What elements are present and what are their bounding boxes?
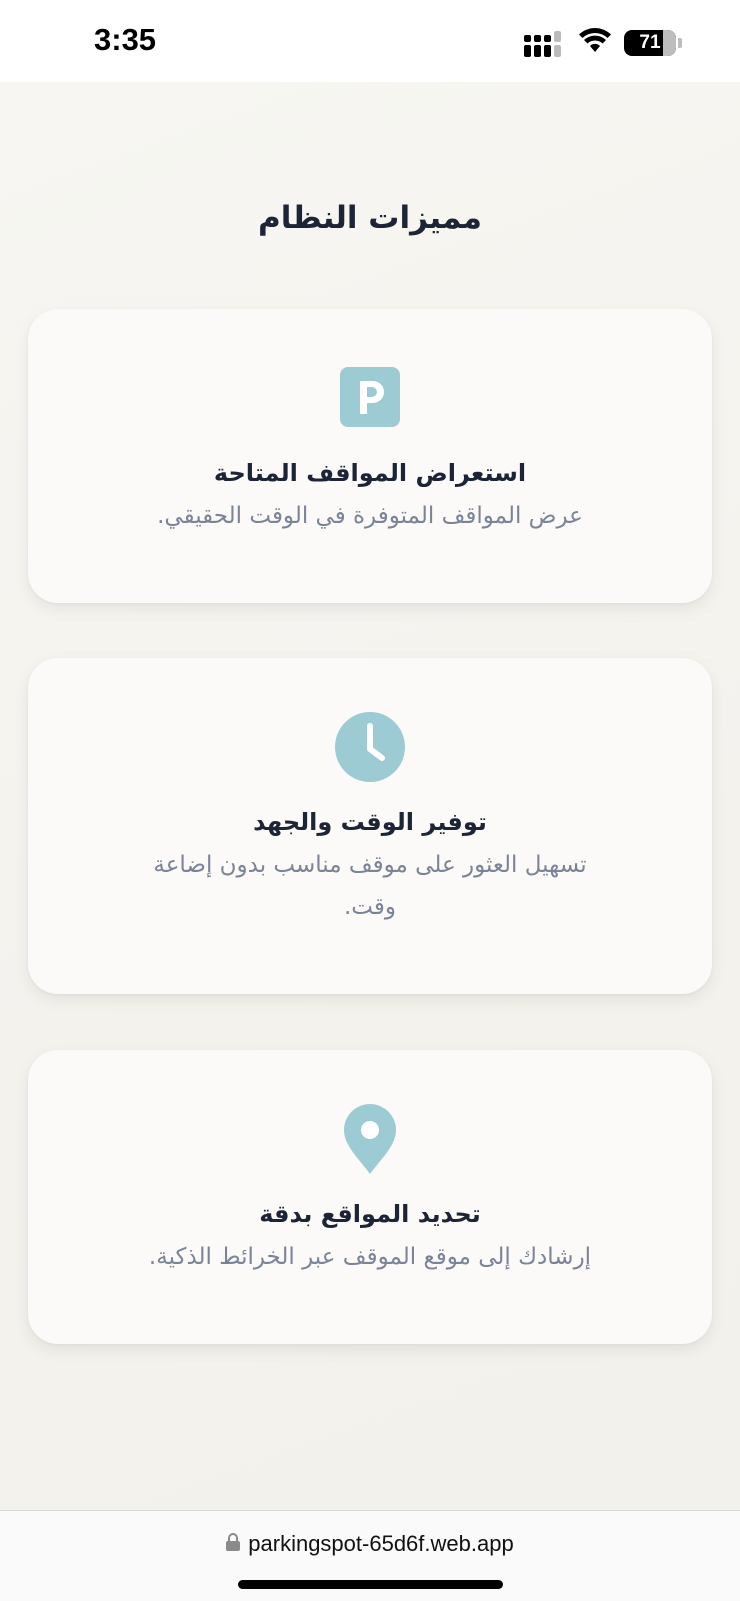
feature-card-available-spots: استعراض المواقف المتاحة عرض المواقف المت… <box>28 309 712 603</box>
page-title: مميزات النظام <box>258 200 482 236</box>
clock-icon <box>335 712 405 786</box>
home-indicator[interactable] <box>238 1580 503 1589</box>
battery-icon: 71 <box>624 30 682 56</box>
parking-icon <box>340 367 400 431</box>
map-pin-icon <box>344 1104 396 1178</box>
feature-description: تسهيل العثور على موقف مناسب بدون إضاعة و… <box>153 852 587 920</box>
status-time: 3:35 <box>94 22 157 57</box>
status-icons: 71 <box>524 28 682 58</box>
lock-icon <box>226 1533 241 1555</box>
main-content: مميزات النظام استعراض المواقف المتاحة عر… <box>0 82 740 1510</box>
feature-description: إرشادك إلى موقع الموقف عبر الخرائط الذكي… <box>148 1244 592 1270</box>
feature-title: توفير الوقت والجهد <box>253 808 487 836</box>
battery-level: 71 <box>639 32 661 53</box>
feature-title: تحديد المواقع بدقة <box>259 1200 481 1228</box>
feature-title: استعراض المواقف المتاحة <box>213 459 527 487</box>
wifi-icon <box>578 28 612 58</box>
url-text[interactable]: parkingspot-65d6f.web.app <box>248 1531 513 1557</box>
feature-card-precise-location: تحديد المواقع بدقة إرشادك إلى موقع الموق… <box>28 1050 712 1344</box>
feature-card-save-time: توفير الوقت والجهد تسهيل العثور على موقف… <box>28 658 712 994</box>
feature-description: عرض المواقف المتوفرة في الوقت الحقيقي. <box>157 503 583 529</box>
signal-icon <box>524 29 566 57</box>
status-bar: 3:35 71 <box>0 0 740 82</box>
